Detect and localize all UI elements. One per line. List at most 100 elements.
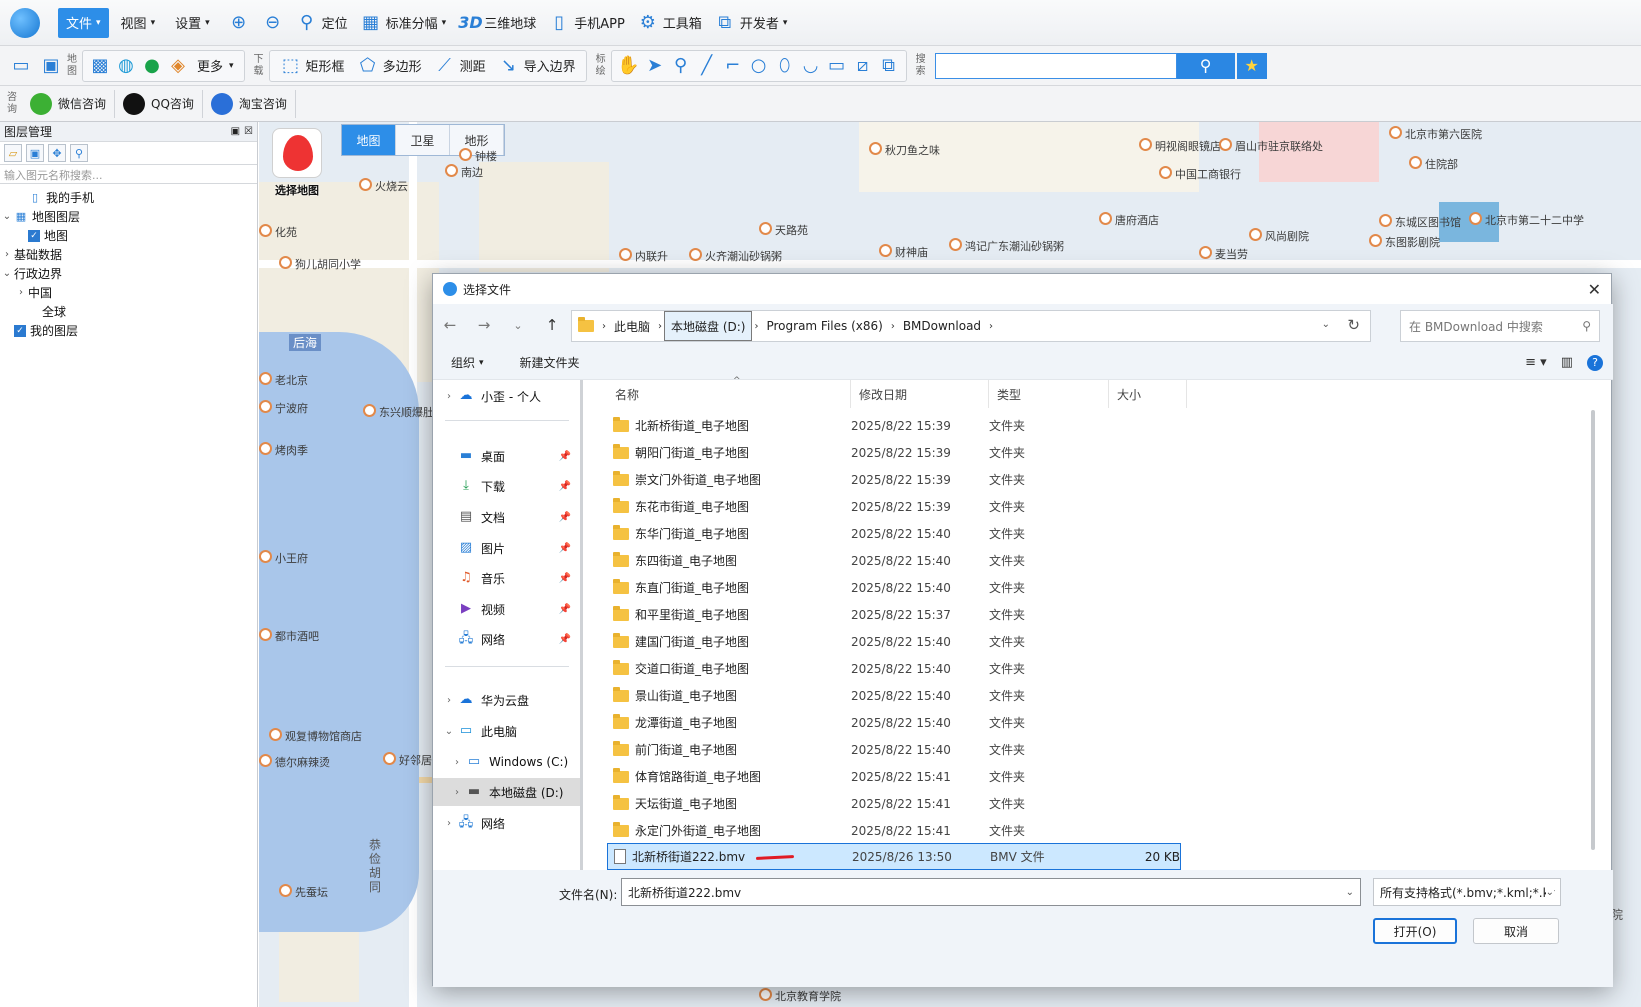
menu-settings[interactable]: 设置 ▾ bbox=[167, 8, 218, 38]
expand-icon[interactable]: › bbox=[441, 391, 457, 402]
collapse-icon[interactable]: ⌄ bbox=[0, 268, 14, 279]
back-arrow-icon[interactable]: ← bbox=[433, 316, 467, 334]
map-poi[interactable]: 小王府 bbox=[259, 550, 308, 566]
breadcrumb-this-pc[interactable]: 此电脑 bbox=[608, 311, 656, 341]
map-poi[interactable]: 火烧云 bbox=[359, 178, 408, 194]
map-layers-icon[interactable]: ▩ bbox=[87, 55, 113, 77]
table-row[interactable]: 体育馆路街道_电子地图 2025/8/22 15:41 文件夹 bbox=[607, 763, 1179, 790]
map-poi[interactable]: 东图影剧院 bbox=[1369, 234, 1440, 250]
preview-pane-icon[interactable]: ▥ bbox=[1561, 355, 1573, 370]
map-checkbox[interactable]: ✓ bbox=[28, 229, 40, 242]
help-icon[interactable]: ? bbox=[1587, 354, 1603, 371]
pin-icon[interactable]: 📌 bbox=[559, 543, 571, 554]
menu-view[interactable]: 视图 ▾ bbox=[113, 8, 164, 38]
nav-item-personal-cloud[interactable]: › ☁ 小歪 - 个人 bbox=[433, 382, 583, 410]
address-dropdown-icon[interactable]: ⌄ bbox=[1322, 319, 1330, 330]
file-list-scrollbar[interactable] bbox=[1591, 410, 1595, 850]
map-poi[interactable]: 住院部 bbox=[1409, 156, 1458, 172]
refresh-icon[interactable]: ↻ bbox=[1347, 316, 1360, 334]
marker-icon[interactable]: ⚲ bbox=[668, 55, 694, 77]
column-name[interactable]: 名称 bbox=[607, 380, 851, 408]
more-maps-button[interactable]: 更多 ▾ bbox=[191, 56, 240, 75]
tree-item-china[interactable]: › 中国 bbox=[0, 283, 257, 302]
close-icon[interactable]: ☒ bbox=[244, 126, 253, 137]
tree-item-my-phone[interactable]: ▯ 我的手机 bbox=[0, 188, 257, 207]
curve-icon[interactable]: ◡ bbox=[798, 55, 824, 77]
map-poi[interactable]: 风尚剧院 bbox=[1249, 228, 1309, 244]
map-poi[interactable]: 中国工商银行 bbox=[1159, 166, 1241, 182]
open-folder-icon[interactable]: ▭ bbox=[10, 55, 32, 77]
map-poi[interactable]: 鸿记广东潮汕砂锅粥 bbox=[949, 238, 1064, 254]
nav-item-videos[interactable]: ▶ 视频 📌 bbox=[433, 595, 583, 623]
expand-icon[interactable]: › bbox=[441, 818, 457, 829]
map-poi[interactable]: 麦当劳 bbox=[1199, 246, 1248, 262]
mobile-app-button[interactable]: ▯ 手机APP bbox=[542, 7, 631, 39]
polygon-select-button[interactable]: ⬠ 多边形 bbox=[351, 50, 428, 82]
filetype-select[interactable]: 所有支持格式(*.bmv;*.kml;*.kr ⌄ bbox=[1373, 878, 1561, 906]
map-poi[interactable]: 财神庙 bbox=[879, 244, 928, 260]
collapse-icon[interactable]: ⌄ bbox=[0, 211, 14, 222]
nav-item-network[interactable]: › 🖧 网络 bbox=[433, 809, 583, 837]
table-row[interactable]: 东华门街道_电子地图 2025/8/22 15:40 文件夹 bbox=[607, 520, 1179, 547]
pin-icon[interactable]: 📌 bbox=[559, 481, 571, 492]
zoom-in-button[interactable]: ⊕ bbox=[222, 7, 256, 39]
tab-map[interactable]: 地图 bbox=[342, 125, 396, 155]
hand-pan-icon[interactable]: ✋ bbox=[616, 55, 642, 77]
breadcrumb-drive-d[interactable]: 本地磁盘 (D:) bbox=[664, 311, 753, 341]
filename-input[interactable]: 北新桥街道222.bmv ⌄ bbox=[621, 878, 1361, 906]
measure-button[interactable]: ⟋ 测距 bbox=[428, 50, 492, 82]
tree-item-basic-data[interactable]: › 基础数据 bbox=[0, 245, 257, 264]
map-poi[interactable]: 观复博物馆商店 bbox=[269, 728, 362, 744]
map-poi[interactable]: 南边 bbox=[445, 164, 483, 180]
nav-item-documents[interactable]: ▤ 文档 📌 bbox=[433, 503, 583, 531]
search-button[interactable]: ⚲ bbox=[1176, 52, 1235, 79]
zoom-out-button[interactable]: ⊖ bbox=[256, 7, 290, 39]
label-icon[interactable]: ⧉ bbox=[876, 55, 902, 77]
pin-icon[interactable]: 📌 bbox=[559, 634, 571, 645]
pin-icon[interactable]: 📌 bbox=[559, 573, 571, 584]
rect-select-button[interactable]: ⬚ 矩形框 bbox=[274, 50, 351, 82]
nav-scrollbar[interactable] bbox=[580, 380, 583, 870]
map-poi[interactable]: 东城区图书馆 bbox=[1379, 214, 1461, 230]
table-row[interactable]: 朝阳门街道_电子地图 2025/8/22 15:39 文件夹 bbox=[607, 439, 1179, 466]
tree-item-admin-boundary[interactable]: ⌄ 行政边界 bbox=[0, 264, 257, 283]
nav-item-pictures[interactable]: ▨ 图片 📌 bbox=[433, 534, 583, 562]
taobao-consult-button[interactable]: 淘宝咨询 bbox=[203, 89, 296, 118]
circle-icon[interactable]: ○ bbox=[746, 55, 772, 77]
nav-item-drive-c[interactable]: › ▭ Windows (C:) bbox=[433, 748, 583, 776]
tree-item-map-layers[interactable]: ⌄ ▦ 地图图层 bbox=[0, 207, 257, 226]
map-poi[interactable]: 北京市第二十二中学 bbox=[1469, 212, 1584, 228]
chevron-down-icon[interactable]: ⌄ bbox=[1346, 887, 1354, 898]
table-row-selected[interactable]: 北新桥街道222.bmv 2025/8/26 13:50 BMV 文件 20 KB bbox=[607, 843, 1181, 870]
save-layer-icon[interactable]: ▣ bbox=[26, 144, 44, 162]
nav-item-downloads[interactable]: ⤓ 下载 📌 bbox=[433, 472, 583, 500]
standard-grid-button[interactable]: ▦ 标准分幅 ▾ bbox=[354, 7, 453, 39]
wechat-consult-button[interactable]: 微信咨询 bbox=[22, 89, 116, 118]
cancel-button[interactable]: 取消 bbox=[1473, 918, 1559, 944]
column-date[interactable]: 修改日期 bbox=[851, 380, 989, 408]
folder-search-input[interactable]: 在 BMDownload 中搜索 ⚲ bbox=[1400, 310, 1600, 342]
collapse-icon[interactable]: ⌄ bbox=[441, 726, 457, 737]
layer-search-input[interactable]: 输入图元名称搜索... bbox=[0, 164, 257, 184]
table-row[interactable]: 建国门街道_电子地图 2025/8/22 15:40 文件夹 bbox=[607, 628, 1179, 655]
map-poi[interactable]: 好邻居 bbox=[383, 752, 432, 768]
view-options-icon[interactable]: ≡ ▾ bbox=[1525, 355, 1547, 370]
developer-button[interactable]: ⧉ 开发者 ▾ bbox=[708, 7, 794, 39]
open-layer-icon[interactable]: ▱ bbox=[4, 144, 22, 162]
map-poi[interactable]: 秋刀鱼之味 bbox=[869, 142, 940, 158]
pointer-icon[interactable]: ➤ bbox=[642, 55, 668, 77]
table-row[interactable]: 前门街道_电子地图 2025/8/22 15:40 文件夹 bbox=[607, 736, 1179, 763]
locate-button[interactable]: ⚲ 定位 bbox=[290, 7, 354, 39]
table-row[interactable]: 永定门外街道_电子地图 2025/8/22 15:41 文件夹 bbox=[607, 817, 1179, 844]
3d-earth-button[interactable]: 3D 三维地球 bbox=[452, 7, 542, 39]
map-poi[interactable]: 眉山市驻京联络处 bbox=[1219, 138, 1323, 154]
table-row[interactable]: 龙潭街道_电子地图 2025/8/22 15:40 文件夹 bbox=[607, 709, 1179, 736]
line-icon[interactable]: ╱ bbox=[694, 55, 720, 77]
organize-button[interactable]: 组织 ▾ bbox=[433, 354, 502, 371]
map-poi[interactable]: 狗儿胡同小学 bbox=[279, 256, 361, 272]
dialog-close-icon[interactable]: ✕ bbox=[1588, 280, 1601, 299]
map-poi[interactable]: 唐府酒店 bbox=[1099, 212, 1159, 228]
map-poi[interactable]: 烤肉季 bbox=[259, 442, 308, 458]
map-poi[interactable]: 德尔麻辣烫 bbox=[259, 754, 330, 770]
map-poi[interactable]: 明视阁眼镜店 bbox=[1139, 138, 1221, 154]
